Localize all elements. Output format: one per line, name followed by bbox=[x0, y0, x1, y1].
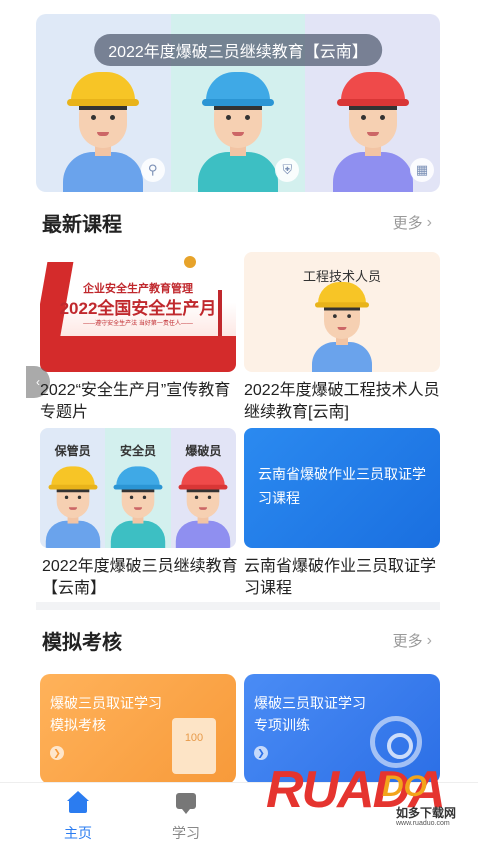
worker-illustration bbox=[57, 68, 149, 192]
course-thumbnail-license[interactable]: 云南省爆破作业三员取证学习课程 bbox=[244, 428, 440, 548]
course-thumbnail-three-roles[interactable]: 保管员 安全员 爆破员 bbox=[40, 428, 236, 548]
crane-graphic bbox=[218, 290, 222, 336]
thumb-label: 安全员 bbox=[119, 444, 156, 458]
thumb-label: 保管员 bbox=[54, 444, 91, 458]
thumb-text: 云南省爆破作业三员取证学习课程 bbox=[258, 466, 426, 506]
building-icon: ▦ bbox=[410, 158, 435, 182]
card-line1: 爆破三员取证学习 bbox=[254, 695, 366, 711]
more-label: 更多 bbox=[392, 633, 423, 650]
banner-title: 2022年度爆破三员继续教育【云南】 bbox=[94, 34, 382, 66]
thumb-col: 安全员 bbox=[105, 428, 171, 548]
more-link[interactable]: 更多 › bbox=[393, 630, 432, 651]
shield-icon: ⛨ bbox=[275, 158, 300, 182]
worker-illustration bbox=[172, 464, 235, 548]
worker-illustration bbox=[192, 68, 284, 192]
course-title[interactable]: 云南省爆破作业三员取证学习课程 bbox=[244, 556, 444, 600]
thumb-line2: 2022全国安全生产月 bbox=[59, 299, 217, 318]
worker-illustration bbox=[308, 279, 377, 372]
latest-courses-header: 最新课程 更多 › bbox=[42, 208, 432, 237]
section-title: 最新课程 bbox=[42, 214, 122, 236]
home-icon bbox=[66, 791, 90, 815]
worker-illustration bbox=[327, 68, 419, 192]
chevron-right-icon: › bbox=[426, 631, 432, 649]
thumb-label: 爆破员 bbox=[185, 444, 222, 458]
arrow-right-icon: ❯ bbox=[254, 746, 268, 760]
section-divider bbox=[36, 602, 440, 610]
thumb-col: 爆破员 bbox=[170, 428, 236, 548]
tab-home[interactable]: 主页 bbox=[48, 791, 108, 843]
course-thumbnail-safety-month[interactable]: 企业安全生产教育管理 2022全国安全生产月 ——遵守安全生产法 当好第一责任人… bbox=[40, 252, 236, 372]
tab-label: 主页 bbox=[64, 825, 92, 841]
mock-exam-header: 模拟考核 更多 › bbox=[42, 626, 432, 655]
watermark-url: www.ruaduo.com bbox=[396, 820, 450, 827]
mock-exam-card[interactable]: 爆破三员取证学习 模拟考核 ❯ 100 bbox=[40, 674, 236, 784]
worker-illustration bbox=[41, 464, 104, 548]
lock-icon: ⚲ bbox=[140, 158, 165, 182]
top-banner[interactable]: 2022年度爆破三员继续教育【云南】 ⚲ ⛨ ▦ bbox=[36, 14, 440, 192]
watermark-logo: RUADA DO 如多下载网 www.ruaduo.com bbox=[266, 760, 466, 838]
thumb-col: 保管员 bbox=[40, 428, 106, 548]
card-text: 爆破三员取证学习 模拟考核 bbox=[50, 692, 162, 736]
more-link[interactable]: 更多 › bbox=[393, 212, 432, 233]
card-line2: 专项训练 bbox=[254, 717, 310, 733]
tab-study[interactable]: 学习 bbox=[156, 791, 216, 843]
chevron-right-icon: › bbox=[426, 213, 432, 231]
paper-score: 100 bbox=[184, 732, 204, 744]
worker-illustration bbox=[107, 464, 170, 548]
card-text: 爆破三员取证学习 专项训练 bbox=[254, 692, 366, 736]
more-label: 更多 bbox=[392, 215, 423, 232]
watermark-cn: 如多下载网 bbox=[396, 806, 457, 820]
course-title[interactable]: 2022年度爆破工程技术人员继续教育[云南] bbox=[244, 380, 444, 424]
course-title[interactable]: 2022年度爆破三员继续教育【云南】 bbox=[42, 556, 242, 600]
course-thumbnail-engineer[interactable]: 工程技术人员 bbox=[244, 252, 440, 372]
course-title[interactable]: 2022“安全生产月”宣传教育专题片 bbox=[40, 380, 240, 424]
card-line1: 爆破三员取证学习 bbox=[50, 695, 162, 711]
card-line2: 模拟考核 bbox=[50, 717, 106, 733]
logo-icon bbox=[184, 256, 196, 268]
arrow-right-icon: ❯ bbox=[50, 746, 64, 760]
watermark-text2: DO bbox=[382, 770, 427, 803]
tab-label: 学习 bbox=[172, 825, 200, 841]
exam-paper-icon: 100 bbox=[172, 718, 216, 774]
thumb-line3: ——遵守安全生产法 当好第一责任人—— bbox=[83, 321, 193, 327]
chat-book-icon bbox=[174, 791, 198, 815]
section-title: 模拟考核 bbox=[42, 632, 122, 654]
